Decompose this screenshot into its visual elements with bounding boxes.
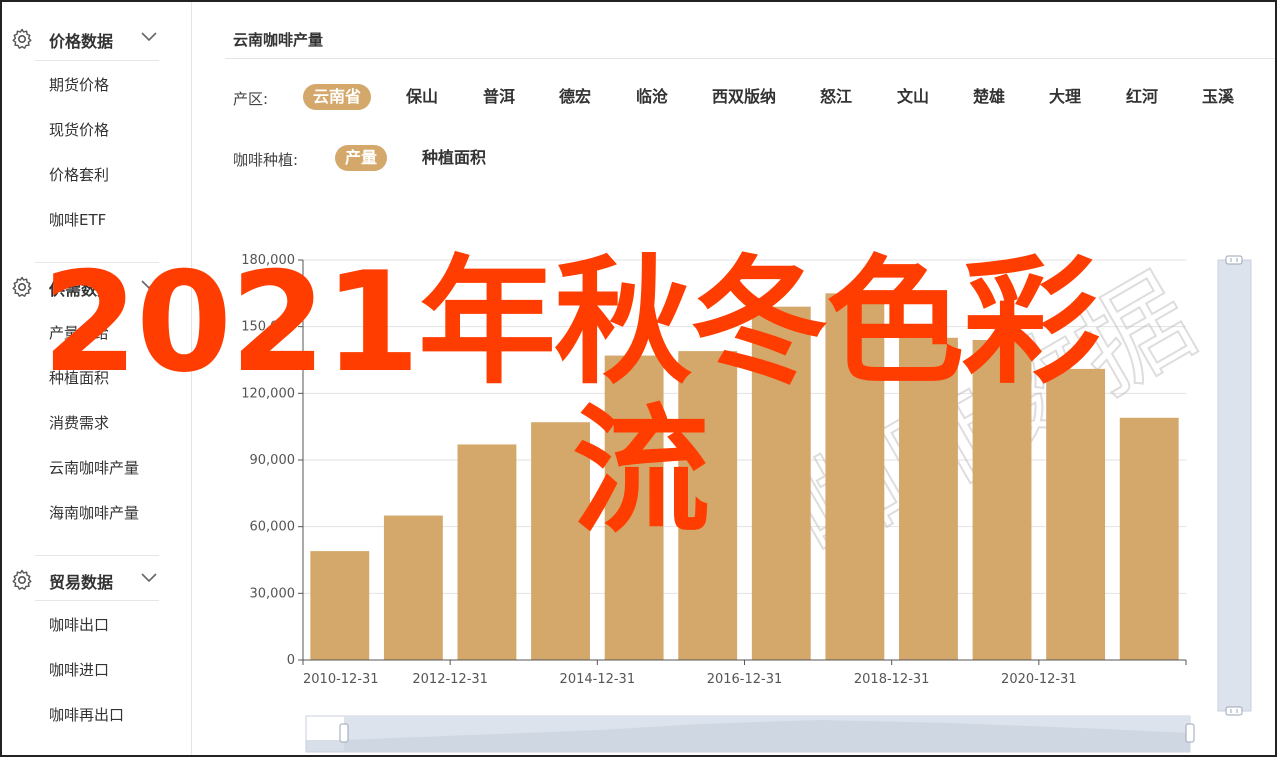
x-tick-label: 2020-12-31 [1001, 672, 1077, 687]
bar-2020-12-31[interactable] [1046, 368, 1106, 660]
bar-2010-12-31[interactable] [310, 551, 370, 660]
x-tick-label: 2016-12-31 [707, 672, 783, 687]
bar-2021-12-31[interactable] [1119, 417, 1179, 660]
slider-handle-left [339, 723, 349, 743]
y-tick-label: 30,000 [250, 586, 296, 601]
horizontal-zoom-slider[interactable] [305, 715, 1195, 753]
overlay-headline-2: 流 [572, 391, 711, 552]
y-tick-label: 90,000 [250, 453, 296, 468]
slider-handle-top [1225, 255, 1243, 265]
overlay-headline: 2021年秋冬色彩 [42, 242, 1100, 403]
x-tick-label: 2018-12-31 [854, 672, 930, 687]
bar-2012-12-31[interactable] [457, 444, 517, 660]
slider-handle-right [1185, 723, 1195, 743]
y-tick-label: 0 [287, 653, 295, 668]
x-tick-labels: 2010-12-31 2012-12-31 2014-12-31 2016-12-31… [302, 660, 1187, 687]
x-tick-label: 2010-12-31 [303, 672, 379, 687]
x-tick-label: 2012-12-31 [412, 672, 488, 687]
slider-handle-bottom [1225, 706, 1243, 716]
bar-2011-12-31[interactable] [383, 515, 443, 660]
y-tick-label: 60,000 [250, 520, 296, 535]
x-tick-label: 2014-12-31 [560, 672, 636, 687]
vertical-zoom-slider[interactable] [1217, 255, 1252, 716]
